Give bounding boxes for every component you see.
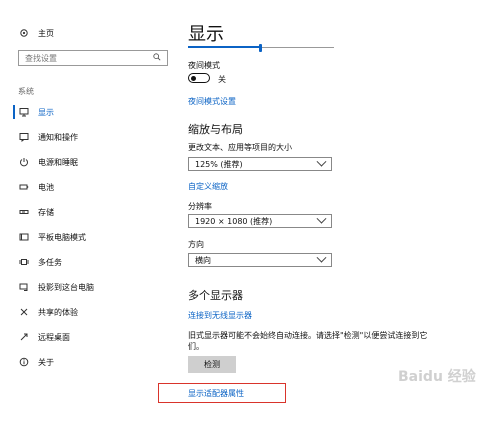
watermark: Baidu 经验 (398, 366, 476, 386)
sidebar-item-tablet[interactable]: 平板电脑模式 (18, 230, 86, 244)
watermark-text: Baidu 经验 (398, 369, 476, 385)
toggle-knob (191, 75, 196, 81)
sidebar-group-label: 系统 (18, 87, 34, 96)
wireless-display-link[interactable]: 连接到无线显示器 (188, 310, 252, 321)
resolution-label: 分辨率 (188, 202, 212, 211)
sidebar-item-label: 电源和睡眠 (38, 157, 78, 167)
share-icon (18, 306, 30, 318)
night-light-label: 夜间模式 (188, 61, 220, 70)
sidebar-item-power[interactable]: 电源和睡眠 (18, 155, 78, 169)
custom-scaling-link[interactable]: 自定义缩放 (188, 181, 228, 192)
sidebar-item-label: 关于 (38, 357, 54, 367)
sidebar-item-label: 共享的体验 (38, 307, 78, 317)
sidebar-item-label: 投影到这台电脑 (38, 282, 94, 292)
scale-dropdown[interactable]: 125% (推荐) (188, 156, 332, 171)
chevron-down-icon (316, 252, 327, 263)
tablet-icon (18, 231, 30, 243)
sidebar-item-battery[interactable]: 电池 (18, 180, 54, 194)
chevron-down-icon (316, 156, 327, 167)
scale-value: 125% (推荐) (195, 159, 243, 169)
sidebar-item-label: 平板电脑模式 (38, 232, 86, 242)
multitask-icon (18, 256, 30, 268)
sidebar-item-about[interactable]: 关于 (18, 355, 54, 369)
search-input[interactable]: 查找设置 (25, 53, 57, 64)
search-icon[interactable] (153, 53, 161, 63)
detect-button-label: 检测 (204, 360, 220, 369)
display-adapter-properties-link[interactable]: 显示适配器属性 (188, 388, 244, 399)
orientation-value: 横向 (195, 255, 211, 265)
scale-label: 更改文本、应用等项目的大小 (188, 143, 292, 152)
sidebar-item-notifications[interactable]: 通知和操作 (18, 130, 78, 144)
detect-button[interactable]: 检测 (188, 356, 236, 373)
orientation-dropdown[interactable]: 横向 (188, 252, 332, 267)
sidebar-item-label: 显示 (38, 107, 54, 117)
search-box[interactable]: 查找设置 (18, 50, 168, 66)
sidebar-item-label: 远程桌面 (38, 332, 70, 342)
chevron-down-icon (316, 213, 327, 224)
night-light-settings-link[interactable]: 夜间模式设置 (188, 96, 236, 107)
gear-icon (18, 27, 30, 39)
sidebar-home[interactable]: 主页 (18, 26, 54, 40)
sidebar-item-share[interactable]: 共享的体验 (18, 305, 78, 319)
remote-icon (18, 331, 30, 343)
night-light-toggle[interactable] (188, 73, 210, 83)
sidebar-item-display[interactable]: 显示 (18, 105, 54, 119)
monitor-icon (18, 106, 30, 118)
home-label: 主页 (38, 28, 54, 38)
brightness-fill (188, 46, 260, 48)
selected-indicator (13, 105, 15, 119)
sidebar-item-remote[interactable]: 远程桌面 (18, 330, 70, 344)
battery-icon (18, 181, 30, 193)
storage-icon (18, 206, 30, 218)
brightness-thumb[interactable] (259, 44, 262, 52)
message-icon (18, 131, 30, 143)
resolution-value: 1920 × 1080 (推荐) (195, 216, 273, 226)
project-icon (18, 281, 30, 293)
sidebar-item-project[interactable]: 投影到这台电脑 (18, 280, 94, 294)
resolution-dropdown[interactable]: 1920 × 1080 (推荐) (188, 213, 332, 228)
orientation-label: 方向 (188, 240, 204, 249)
sidebar-item-label: 多任务 (38, 257, 62, 267)
detect-description: 旧式显示器可能不会始终自动连接。请选择"检测"以便尝试连接到它们。 (188, 331, 428, 351)
power-icon (18, 156, 30, 168)
multi-display-title: 多个显示器 (188, 289, 243, 302)
sidebar-item-label: 存储 (38, 207, 54, 217)
sidebar-item-multitask[interactable]: 多任务 (18, 255, 62, 269)
info-icon (18, 356, 30, 368)
brightness-slider[interactable] (188, 44, 334, 52)
scale-section-title: 缩放与布局 (188, 123, 243, 136)
page-title: 显示 (188, 24, 224, 45)
sidebar-item-label: 通知和操作 (38, 132, 78, 142)
night-light-state: 关 (218, 75, 226, 84)
sidebar-item-label: 电池 (38, 182, 54, 192)
sidebar-item-storage[interactable]: 存储 (18, 205, 54, 219)
